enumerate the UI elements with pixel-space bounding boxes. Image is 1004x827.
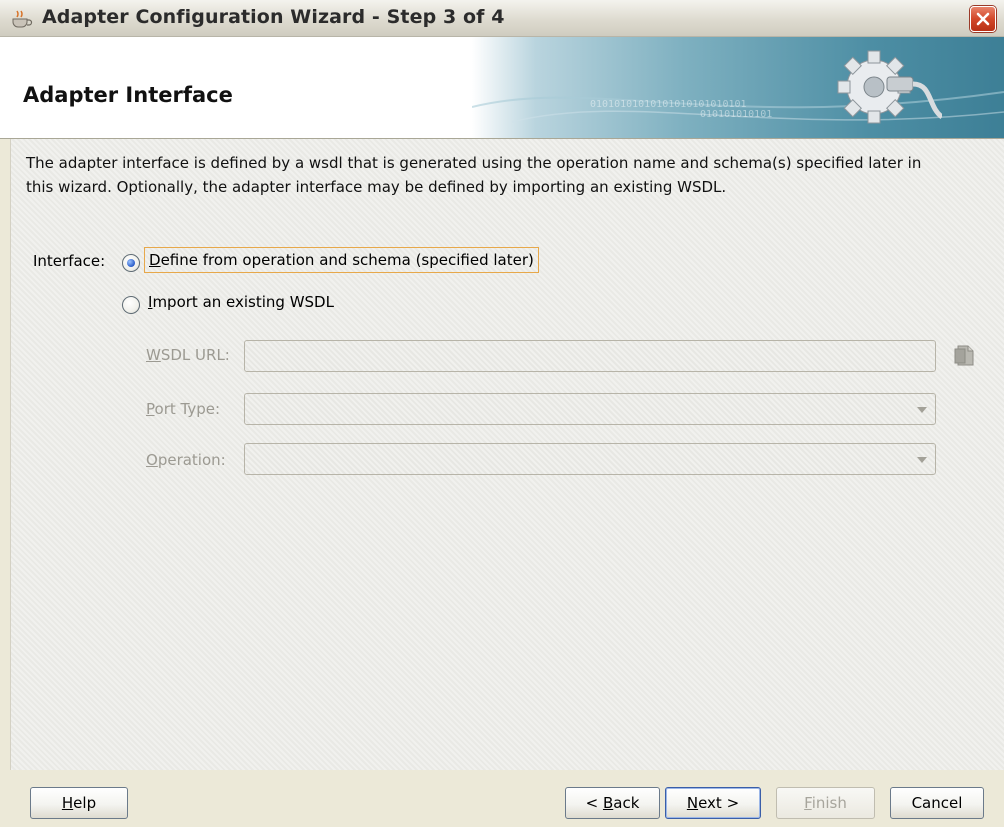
header-banner: 01010101010101010101010101 010101010101 [472, 37, 1004, 138]
close-icon [976, 12, 990, 26]
wsdl-url-field[interactable] [244, 340, 936, 372]
browse-document-icon[interactable] [954, 343, 976, 367]
page-title: Adapter Interface [23, 83, 233, 107]
wsdl-url-label: WSDL URL: [146, 346, 230, 364]
radio-import-existing-wsdl[interactable] [122, 296, 140, 314]
finish-button[interactable]: Finish [776, 787, 875, 819]
close-button[interactable] [970, 6, 996, 32]
banner-binary-text-2: 010101010101 [700, 109, 772, 120]
window-title: Adapter Configuration Wizard - Step 3 of… [42, 6, 505, 28]
wizard-header: Adapter Interface 0101010101010101010101… [0, 37, 1004, 139]
wizard-content: The adapter interface is defined by a ws… [10, 139, 1004, 770]
coffee-cup-icon [12, 10, 33, 28]
title-bar: Adapter Configuration Wizard - Step 3 of… [0, 0, 1004, 37]
description-text: The adapter interface is defined by a ws… [26, 151, 996, 199]
cancel-button[interactable]: Cancel [890, 787, 984, 819]
radio-define-from-operation[interactable] [122, 254, 140, 272]
interface-label: Interface: [33, 252, 106, 270]
option-import-existing-wsdl-label[interactable]: Import an existing WSDL [148, 293, 334, 311]
description-line-2: this wizard. Optionally, the adapter int… [26, 178, 727, 196]
port-type-label: Port Type: [146, 400, 221, 418]
operation-select[interactable] [244, 443, 936, 475]
chevron-down-icon [917, 457, 927, 463]
gear-plug-icon [837, 50, 942, 124]
option-define-from-operation-label[interactable]: Define from operation and schema (specif… [144, 247, 539, 273]
radio-selected-dot [127, 259, 135, 267]
chevron-down-icon [917, 407, 927, 413]
next-button[interactable]: Next > [665, 787, 761, 819]
back-button[interactable]: < Back [565, 787, 660, 819]
description-line-1: The adapter interface is defined by a ws… [26, 154, 922, 172]
port-type-select[interactable] [244, 393, 936, 425]
help-button[interactable]: Help [30, 787, 128, 819]
operation-label: Operation: [146, 451, 226, 469]
